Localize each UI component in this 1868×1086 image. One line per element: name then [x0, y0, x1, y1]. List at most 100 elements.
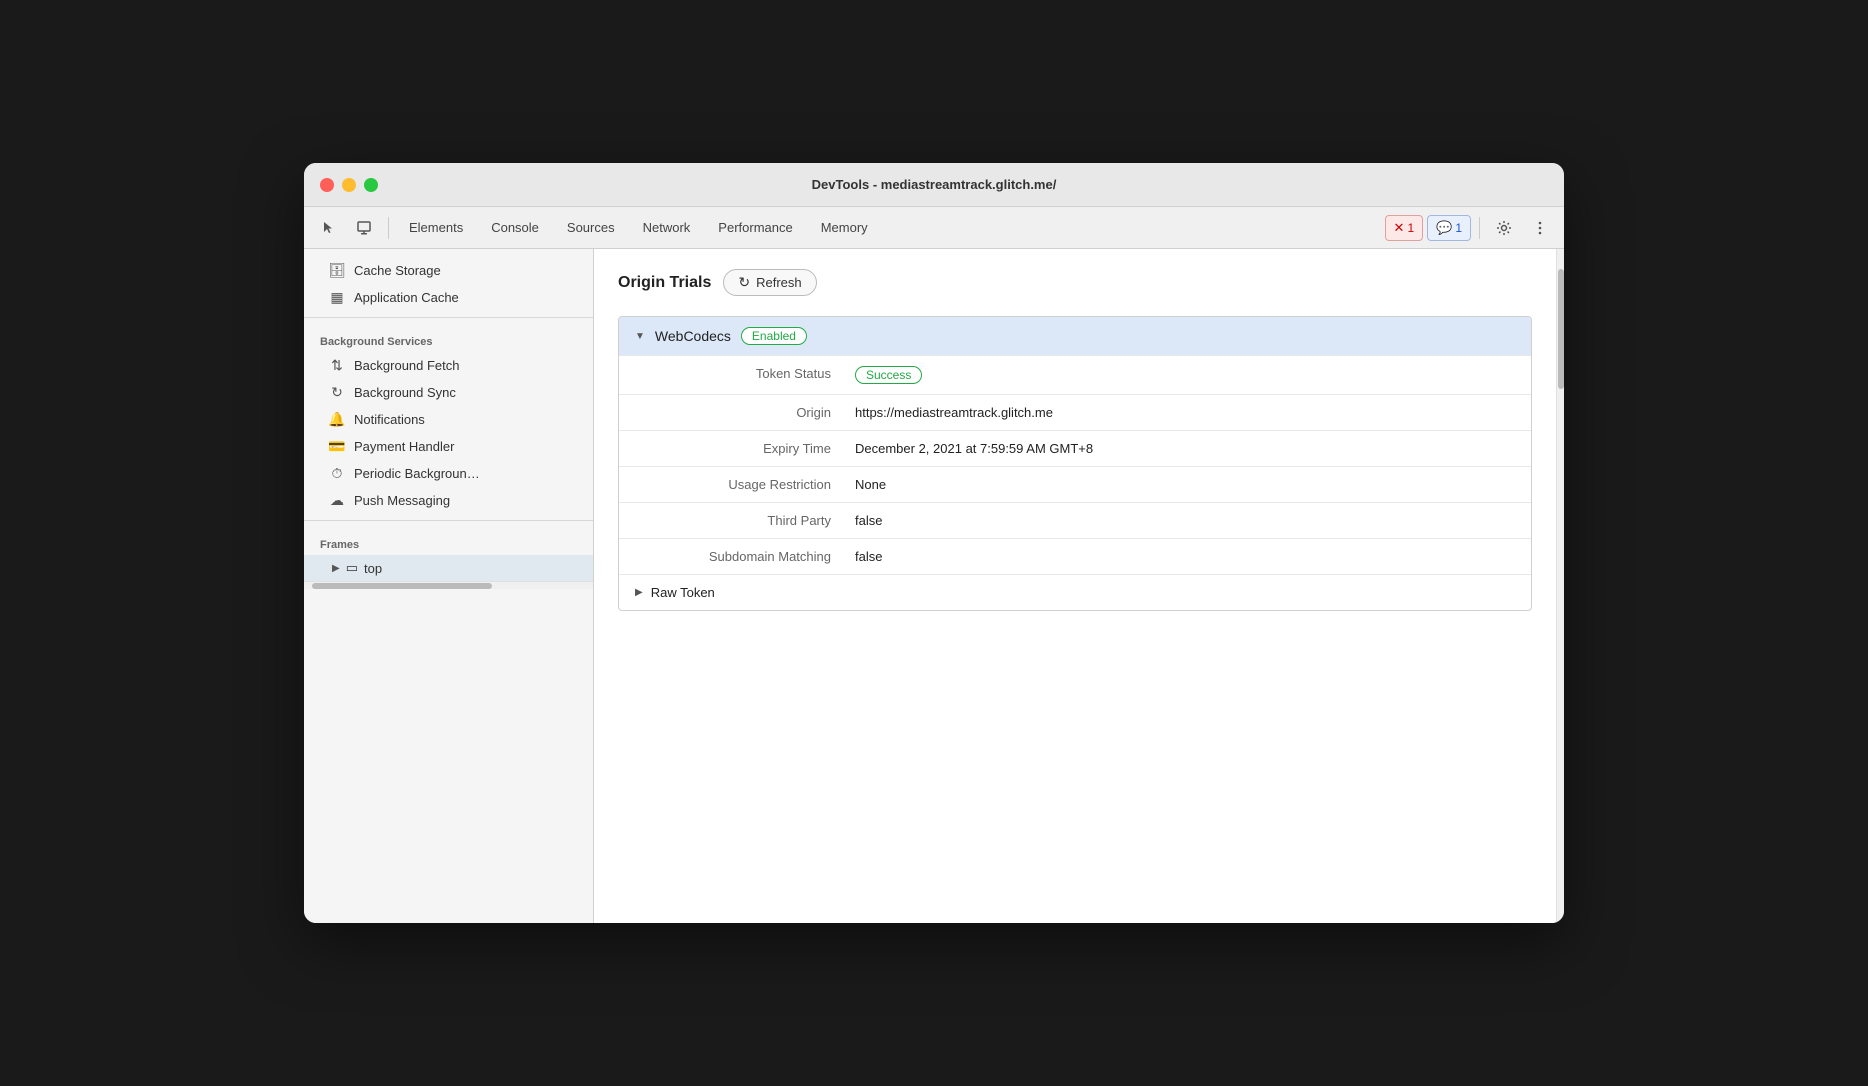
sidebar-divider-1 [304, 317, 593, 318]
more-icon-button[interactable] [1524, 214, 1556, 242]
sidebar-item-label-background-fetch: Background Fetch [354, 358, 460, 373]
window-title: DevTools - mediastreamtrack.glitch.me/ [812, 177, 1057, 192]
cache-storage-icon: 🗄 [328, 262, 346, 279]
main-content: 🗄 Cache Storage ▦ Application Cache Back… [304, 249, 1564, 923]
inspect-icon-button[interactable] [348, 214, 380, 242]
sidebar-item-label-cache-storage: Cache Storage [354, 263, 441, 278]
raw-token-row[interactable]: ▶ Raw Token [619, 574, 1531, 610]
frames-folder-icon: ▭ [346, 560, 358, 576]
page-title: Origin Trials [618, 274, 711, 292]
sidebar-divider-2 [304, 520, 593, 521]
usage-restriction-label: Usage Restriction [635, 477, 855, 492]
titlebar: DevTools - mediastreamtrack.glitch.me/ [304, 163, 1564, 207]
trial-row-third-party: Third Party false [619, 502, 1531, 538]
sidebar-scroll-area [304, 581, 593, 589]
expiry-value: December 2, 2021 at 7:59:59 AM GMT+8 [855, 441, 1515, 456]
trial-row-expiry: Expiry Time December 2, 2021 at 7:59:59 … [619, 430, 1531, 466]
subdomain-value: false [855, 549, 1515, 564]
token-status-value: Success [855, 366, 1515, 384]
frames-top-label: top [364, 561, 382, 576]
periodic-background-icon: ⏱ [328, 465, 346, 482]
token-status-label: Token Status [635, 366, 855, 384]
subdomain-label: Subdomain Matching [635, 549, 855, 564]
frames-label: Frames [304, 527, 593, 555]
origin-value: https://mediastreamtrack.glitch.me [855, 405, 1515, 420]
usage-restriction-value: None [855, 477, 1515, 492]
sidebar: 🗄 Cache Storage ▦ Application Cache Back… [304, 249, 594, 923]
background-services-label: Background Services [304, 324, 593, 352]
tab-console[interactable]: Console [479, 214, 551, 242]
settings-icon-button[interactable] [1488, 214, 1520, 242]
sidebar-item-background-sync[interactable]: ↻ Background Sync [304, 379, 593, 406]
sidebar-item-push-messaging[interactable]: ☁ Push Messaging [304, 487, 593, 514]
info-badge[interactable]: 💬 1 [1427, 215, 1471, 241]
error-badge[interactable]: ✕ 1 [1385, 215, 1424, 241]
error-icon: ✕ [1394, 220, 1405, 236]
background-sync-icon: ↻ [328, 384, 346, 401]
push-messaging-icon: ☁ [328, 492, 346, 509]
origin-label: Origin [635, 405, 855, 420]
trial-body: Token Status Success Origin https://medi… [619, 355, 1531, 610]
application-cache-icon: ▦ [328, 289, 346, 306]
third-party-value: false [855, 513, 1515, 528]
trial-row-token-status: Token Status Success [619, 355, 1531, 394]
trial-row-usage-restriction: Usage Restriction None [619, 466, 1531, 502]
raw-token-arrow-icon: ▶ [635, 587, 643, 598]
sidebar-horizontal-scrollbar[interactable] [304, 581, 593, 589]
cursor-icon-button[interactable] [312, 214, 344, 242]
toolbar: Elements Console Sources Network Perform… [304, 207, 1564, 249]
info-icon: 💬 [1436, 220, 1452, 236]
sidebar-item-background-fetch[interactable]: ⇅ Background Fetch [304, 352, 593, 379]
devtools-window: DevTools - mediastreamtrack.glitch.me/ E… [304, 163, 1564, 923]
sidebar-item-cache-storage[interactable]: 🗄 Cache Storage [304, 257, 593, 284]
raw-token-label: Raw Token [651, 585, 715, 600]
content-area: Origin Trials ↻ Refresh ▼ WebCodecs Enab… [594, 249, 1556, 923]
sidebar-item-notifications[interactable]: 🔔 Notifications [304, 406, 593, 433]
traffic-lights [320, 178, 378, 192]
sidebar-item-label-periodic-background: Periodic Backgroun… [354, 466, 480, 481]
trial-row-origin: Origin https://mediastreamtrack.glitch.m… [619, 394, 1531, 430]
success-badge: Success [855, 366, 922, 384]
trial-header[interactable]: ▼ WebCodecs Enabled [619, 317, 1531, 355]
sidebar-item-periodic-background[interactable]: ⏱ Periodic Backgroun… [304, 460, 593, 487]
sidebar-scrollbar-thumb [312, 583, 492, 589]
content-and-scrollbar: Origin Trials ↻ Refresh ▼ WebCodecs Enab… [594, 249, 1564, 923]
background-fetch-icon: ⇅ [328, 357, 346, 374]
toolbar-divider [388, 217, 389, 239]
tab-sources[interactable]: Sources [555, 214, 627, 242]
sidebar-item-label-push-messaging: Push Messaging [354, 493, 450, 508]
tab-elements[interactable]: Elements [397, 214, 475, 242]
trial-status-badge: Enabled [741, 327, 807, 345]
refresh-button[interactable]: ↻ Refresh [723, 269, 816, 296]
trial-section: ▼ WebCodecs Enabled Token Status Success [618, 316, 1532, 611]
sidebar-item-label-notifications: Notifications [354, 412, 425, 427]
close-button[interactable] [320, 178, 334, 192]
maximize-button[interactable] [364, 178, 378, 192]
third-party-label: Third Party [635, 513, 855, 528]
error-count: 1 [1407, 221, 1414, 235]
expiry-label: Expiry Time [635, 441, 855, 456]
trial-name: WebCodecs [655, 328, 731, 344]
trial-row-subdomain: Subdomain Matching false [619, 538, 1531, 574]
trial-expand-icon: ▼ [635, 331, 645, 342]
tab-memory[interactable]: Memory [809, 214, 880, 242]
sidebar-item-application-cache[interactable]: ▦ Application Cache [304, 284, 593, 311]
content-panel: Origin Trials ↻ Refresh ▼ WebCodecs Enab… [594, 249, 1564, 923]
toolbar-divider-2 [1479, 217, 1480, 239]
payment-handler-icon: 💳 [328, 438, 346, 455]
minimize-button[interactable] [342, 178, 356, 192]
sidebar-item-label-background-sync: Background Sync [354, 385, 456, 400]
sidebar-item-payment-handler[interactable]: 💳 Payment Handler [304, 433, 593, 460]
vertical-scrollbar[interactable] [1556, 249, 1564, 923]
refresh-label: Refresh [756, 275, 802, 290]
sidebar-item-label-application-cache: Application Cache [354, 290, 459, 305]
content-header: Origin Trials ↻ Refresh [618, 269, 1532, 296]
info-count: 1 [1455, 221, 1462, 235]
tab-performance[interactable]: Performance [706, 214, 804, 242]
notifications-icon: 🔔 [328, 411, 346, 428]
sidebar-item-label-payment-handler: Payment Handler [354, 439, 454, 454]
scrollbar-thumb [1558, 269, 1564, 389]
sidebar-item-frames-top[interactable]: ▶ ▭ top [304, 555, 593, 581]
refresh-icon: ↻ [738, 274, 750, 291]
tab-network[interactable]: Network [631, 214, 703, 242]
